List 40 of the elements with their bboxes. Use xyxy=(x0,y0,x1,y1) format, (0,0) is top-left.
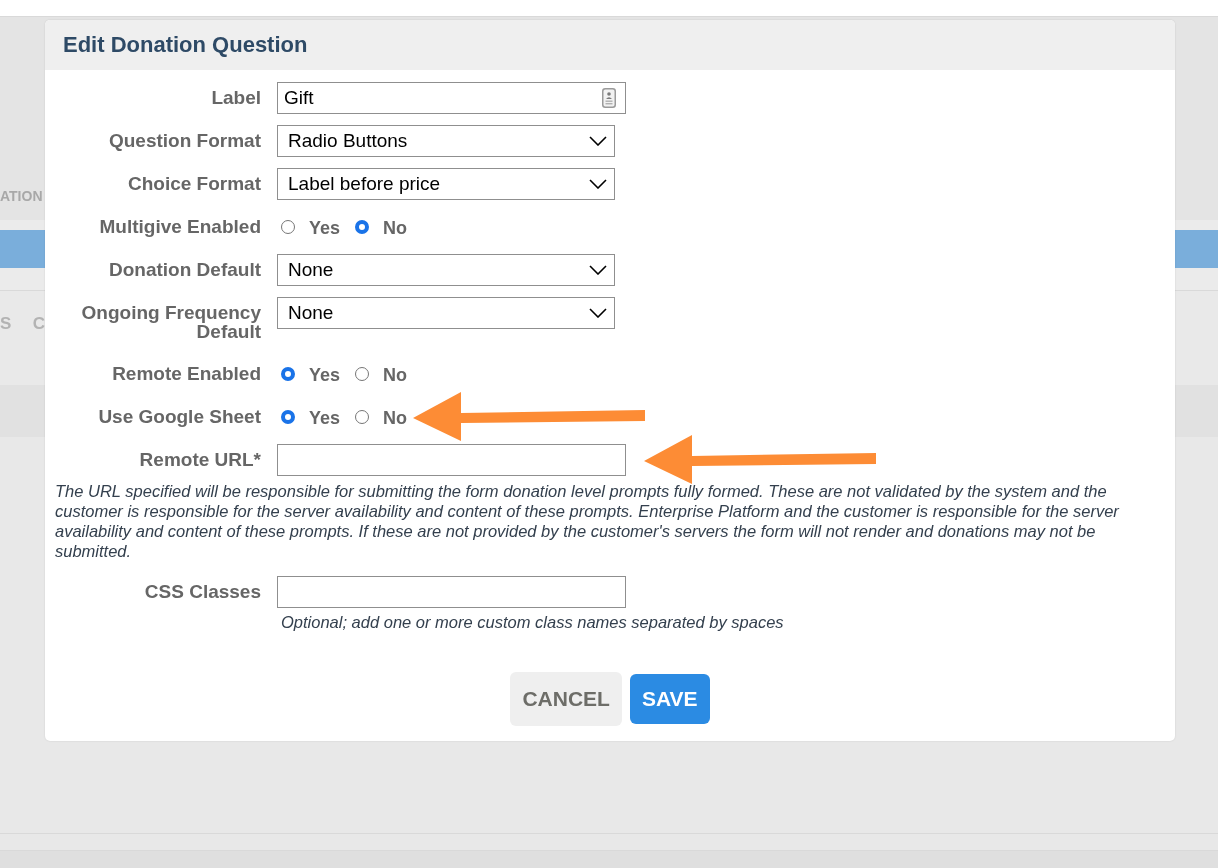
radio-label: No xyxy=(383,408,408,428)
field-label: CSS Classes xyxy=(143,580,261,604)
chevron-down-icon xyxy=(589,308,607,318)
field-label: Ongoing Frequency Default xyxy=(80,301,261,344)
radio-label: Yes xyxy=(309,365,341,385)
text-field[interactable]: Gift xyxy=(277,82,626,114)
radio-button[interactable] xyxy=(281,367,295,381)
field-label: Label xyxy=(210,86,261,110)
radio-button[interactable] xyxy=(355,410,370,424)
select-field[interactable]: None xyxy=(277,297,615,329)
radio-button[interactable] xyxy=(281,220,295,234)
radio-button[interactable] xyxy=(281,410,295,424)
save-button[interactable]: SAVE xyxy=(629,674,710,724)
help-text: The URL specified will be responsible for submitting the form donation level prompts fully formed. These are not validated by the system and the customer is responsible for the server availability and content of these prompts. Enterprise Platform and the customer is responsible for the server availability and content of these prompts. If these are not provided by the customer's servers the form will not render and donations may not be submitted. xyxy=(55,481,1121,561)
field-label: Use Google Sheet xyxy=(97,405,261,429)
radio-button[interactable] xyxy=(355,367,370,381)
field-label: Remote Enabled xyxy=(111,362,261,386)
field-hint: Optional; add one or more custom class names separated by spaces xyxy=(280,612,784,632)
chevron-down-icon xyxy=(589,265,607,275)
nav-label: ATION xyxy=(0,188,43,205)
select-field[interactable]: Label before price xyxy=(277,168,615,200)
field-label: Multigive Enabled xyxy=(98,215,261,239)
radio-label: No xyxy=(383,365,408,385)
cancel-button[interactable]: CANCEL xyxy=(510,672,622,726)
radio-label: Yes xyxy=(309,218,341,238)
radio-label: Yes xyxy=(309,408,341,428)
field-label: Choice Format xyxy=(126,172,261,196)
chevron-down-icon xyxy=(589,136,607,146)
select-field[interactable]: Radio Buttons xyxy=(277,125,615,157)
text-field[interactable] xyxy=(277,444,626,476)
text-field[interactable] xyxy=(277,576,626,608)
field-label: Donation Default xyxy=(108,258,261,282)
chevron-down-icon xyxy=(589,179,607,189)
field-label: Question Format xyxy=(108,129,261,153)
radio-button[interactable] xyxy=(355,220,370,234)
field-label: Remote URL* xyxy=(138,448,261,472)
select-field[interactable]: None xyxy=(277,254,615,286)
dialog-title: Edit Donation Question xyxy=(63,32,308,58)
radio-label: No xyxy=(383,218,408,238)
contact-card-icon[interactable] xyxy=(602,88,616,108)
